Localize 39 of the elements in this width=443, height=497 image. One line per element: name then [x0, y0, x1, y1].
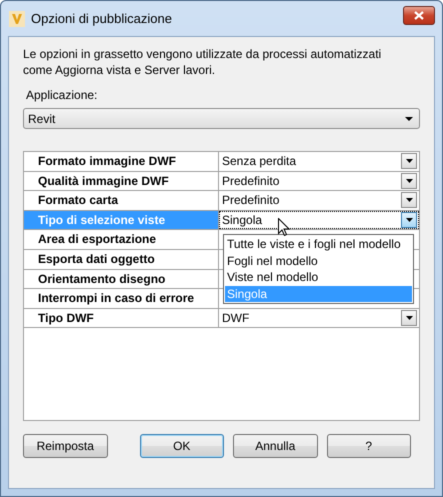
- dropdown-button[interactable]: [401, 192, 417, 208]
- dropdown-value: Revit: [28, 110, 56, 128]
- property-name[interactable]: Interrompi in caso di errore: [24, 289, 219, 308]
- property-name[interactable]: Formato carta: [24, 191, 219, 210]
- app-logo-icon: [9, 10, 25, 26]
- description-text: Le opzioni in grassetto vengono utilizzate da processi automatizzati come Aggiorna vista e Server lavori.: [23, 46, 382, 78]
- property-name[interactable]: Formato immagine DWF: [24, 152, 219, 171]
- dropdown-button[interactable]: [401, 310, 417, 326]
- property-name[interactable]: Orientamento disegno: [24, 270, 219, 288]
- property-value: Singola: [222, 212, 262, 230]
- caret-icon: [405, 116, 413, 120]
- dialog-button[interactable]: ?: [326, 434, 411, 458]
- dialog-button[interactable]: Annulla: [233, 434, 318, 458]
- dialog-button[interactable]: Reimposta: [23, 434, 108, 458]
- dropdown-button[interactable]: [401, 172, 417, 189]
- property-name[interactable]: Area di esportazione: [24, 230, 219, 249]
- property-name[interactable]: Esporta dati oggetto: [24, 250, 219, 269]
- property-value: DWF: [222, 310, 250, 328]
- property-name[interactable]: Tipo DWF: [24, 308, 219, 328]
- window-title: Opzioni di pubblicazione: [31, 10, 172, 28]
- property-value: Senza perdita: [222, 153, 296, 170]
- application-dropdown[interactable]: Revit: [23, 108, 420, 129]
- property-name[interactable]: Qualità immagine DWF: [24, 172, 219, 190]
- caret-icon: [406, 159, 412, 164]
- caret-icon: [406, 218, 412, 222]
- dialog-button[interactable]: OK: [140, 434, 224, 458]
- dropdown-button[interactable]: [401, 153, 417, 170]
- caret-icon: [406, 178, 412, 183]
- caret-icon: [406, 316, 412, 320]
- property-value: Predefinito: [222, 192, 280, 210]
- dropdown-option[interactable]: Fogli nel modello: [225, 252, 412, 270]
- dropdown-option[interactable]: Tutte le viste e i fogli nel modello: [225, 236, 412, 253]
- dropdown-option[interactable]: Viste nel modello: [225, 269, 412, 286]
- dropdown-button[interactable]: [401, 212, 417, 228]
- close-icon: [414, 11, 424, 20]
- close-button[interactable]: [403, 6, 435, 25]
- caret-icon: [406, 198, 412, 202]
- property-value: Predefinito: [222, 172, 280, 190]
- application-label: Applicazione:: [26, 87, 98, 103]
